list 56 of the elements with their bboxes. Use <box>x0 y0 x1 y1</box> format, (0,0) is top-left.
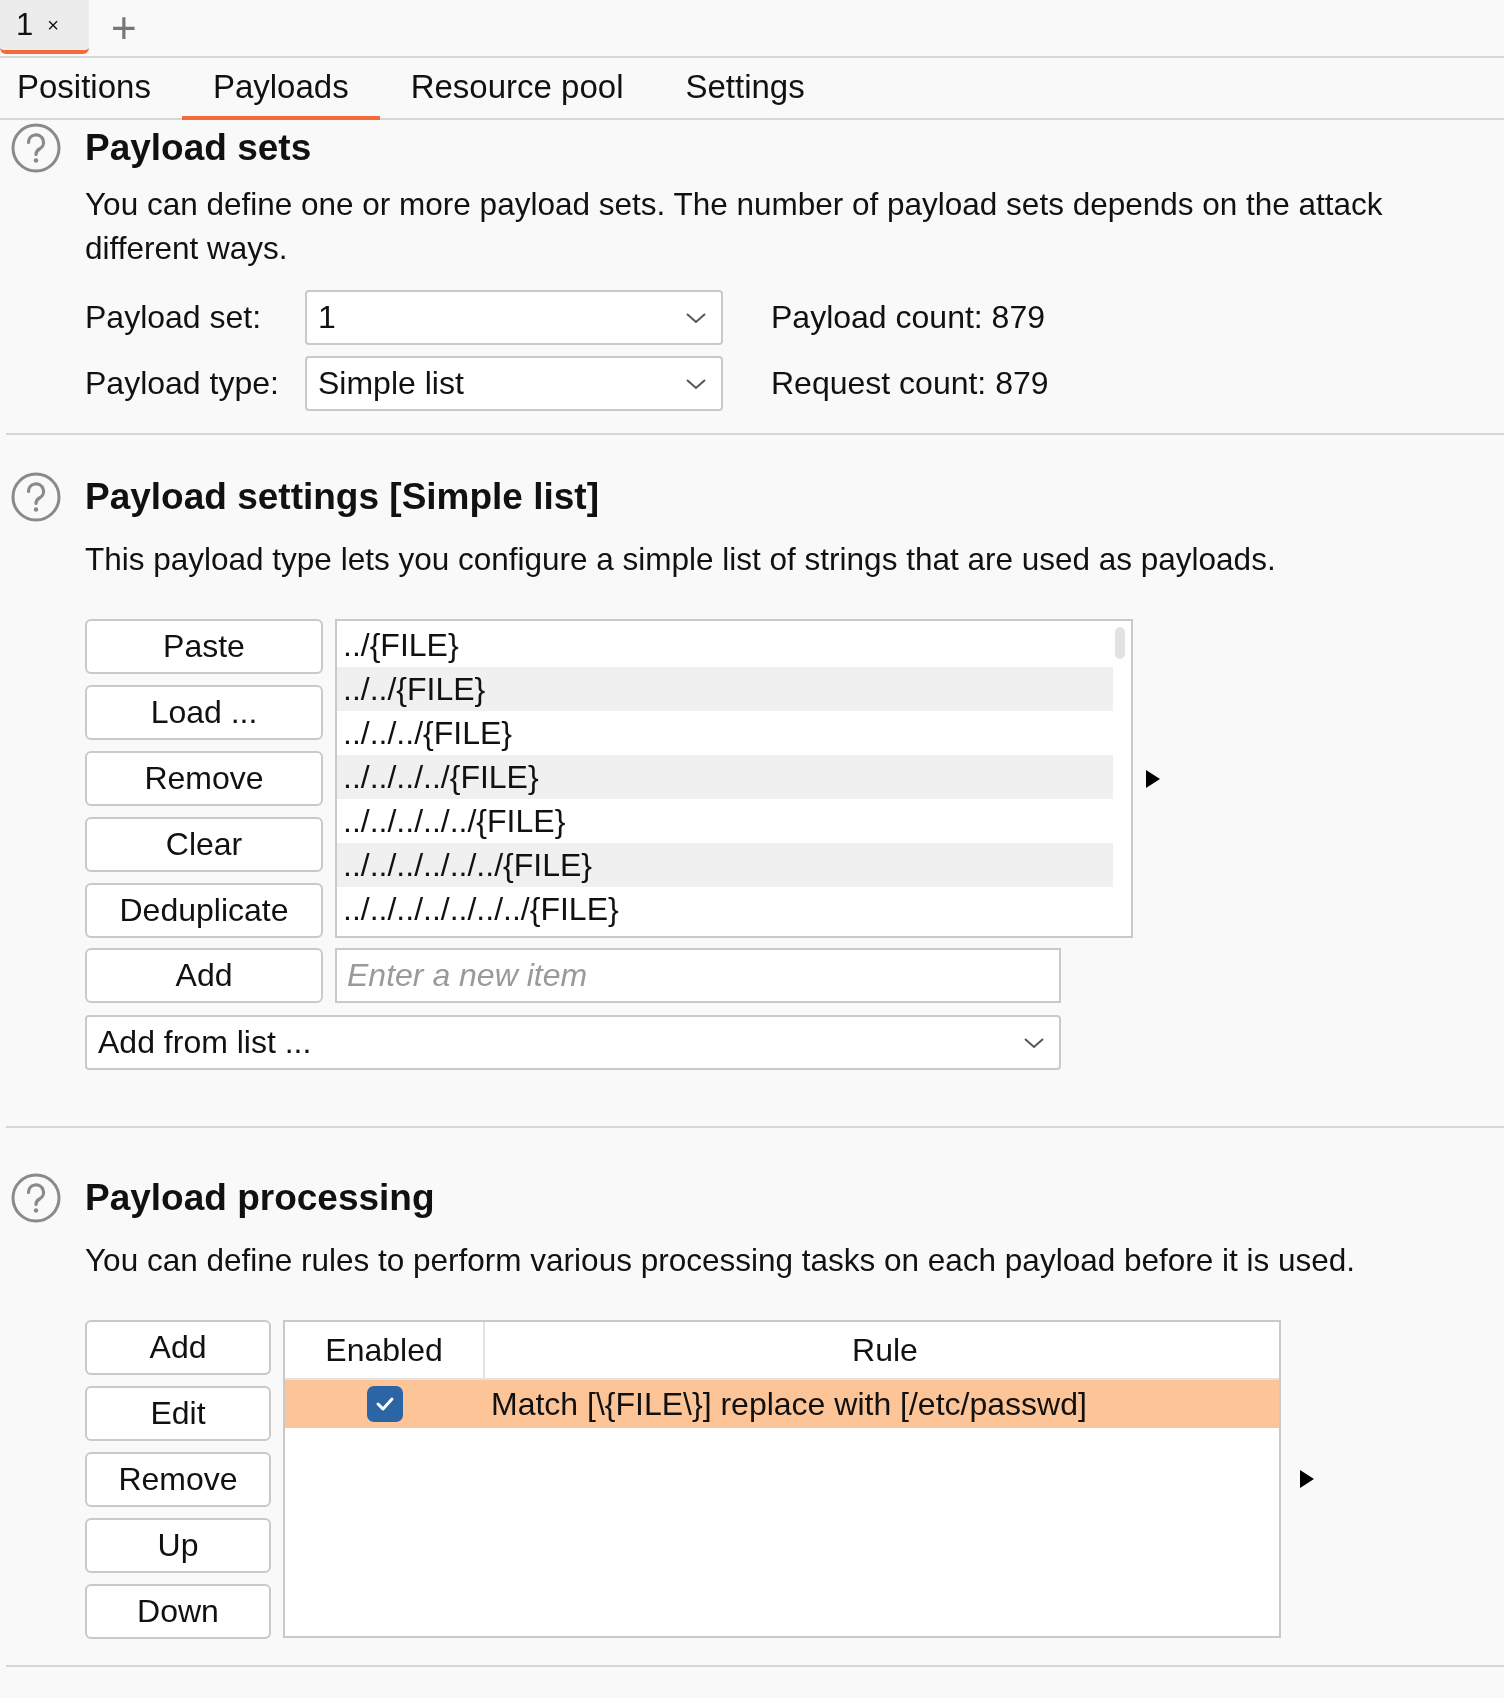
list-action-button[interactable]: Clear <box>85 817 323 872</box>
column-header[interactable]: Enabled <box>285 1322 485 1378</box>
payload-list-item[interactable]: ../../../../../{FILE} <box>337 799 1113 843</box>
rule-action-button[interactable]: Edit <box>85 1386 271 1441</box>
rule-action-button[interactable]: Add <box>85 1320 271 1375</box>
section-description: This payload type lets you configure a simple list of strings that are used as payloads. <box>85 540 1277 579</box>
section-description: You can define one or more payload sets. The number of payload sets depends on the attack <box>85 185 1384 224</box>
section-heading: Payload settings [Simple list] <box>85 476 599 518</box>
payload-count: Payload count: 879 <box>771 299 1046 336</box>
rule-action-button[interactable]: Remove <box>85 1452 271 1507</box>
payload-list[interactable]: ../{FILE} ../../{FILE} ../../../{FILE} ../../../../{FILE} ../../../../../{FILE} ../../../../../../{FILE} ../../../../../../../{FILE} <box>335 619 1133 938</box>
new-item-field[interactable]: Enter a new item <box>335 948 1061 1003</box>
new-tab-button[interactable]: + <box>110 0 137 56</box>
list-action-button[interactable]: Deduplicate <box>85 883 323 938</box>
add-button[interactable]: Add <box>85 948 323 1003</box>
tab[interactable]: Settings <box>654 58 836 120</box>
tab[interactable]: Positions <box>0 58 182 120</box>
request-count: Request count: 879 <box>771 365 1050 402</box>
field-label: Payload type: <box>85 365 280 402</box>
rule-row[interactable]: Match [\{FILE\}] replace with [/etc/passwd] <box>285 1380 1279 1428</box>
payload-list-item[interactable]: ../../../../../../{FILE} <box>337 843 1113 887</box>
list-action-button[interactable]: Paste <box>85 619 323 674</box>
payload-list-item[interactable]: ../../{FILE} <box>337 667 1113 711</box>
rule-action-button[interactable]: Up <box>85 1518 271 1573</box>
tab[interactable]: Payloads <box>181 58 380 120</box>
expand-arrow-icon[interactable] <box>1145 768 1161 789</box>
payload-list-item[interactable]: ../{FILE} <box>337 623 1113 667</box>
payload-list-item[interactable]: ../../../../../../../{FILE} <box>337 887 1113 931</box>
chevron-down-icon <box>1023 1035 1045 1050</box>
scrollbar-thumb[interactable] <box>1115 627 1125 659</box>
help-icon[interactable] <box>10 122 62 174</box>
help-icon[interactable] <box>10 1172 62 1224</box>
payload-type-dropdown[interactable]: Simple list <box>305 356 723 411</box>
section-heading: Payload processing <box>85 1177 435 1219</box>
section-description: You can define rules to perform various processing tasks on each payload before it is used. <box>85 1241 1357 1280</box>
close-tab-button[interactable]: × <box>47 13 59 37</box>
expand-arrow-icon[interactable] <box>1299 1469 1315 1489</box>
list-action-button[interactable]: Remove <box>85 751 323 806</box>
help-icon[interactable] <box>10 471 62 523</box>
checkmark-icon <box>375 1396 395 1412</box>
payload-list-item[interactable]: ../../../../{FILE} <box>337 755 1113 799</box>
section-heading: Payload sets <box>85 127 312 169</box>
chevron-down-icon <box>685 310 707 325</box>
list-action-button[interactable]: Load ... <box>85 685 323 740</box>
document-tab[interactable]: 1 × <box>0 0 89 54</box>
tab[interactable]: Resource pool <box>379 58 655 120</box>
enabled-checkbox[interactable] <box>367 1386 403 1422</box>
section-description: different ways. <box>85 229 289 268</box>
field-label: Payload set: <box>85 299 263 336</box>
rule-action-button[interactable]: Down <box>85 1584 271 1639</box>
payload-list-item[interactable]: ../../../{FILE} <box>337 711 1113 755</box>
column-header[interactable]: Rule <box>485 1322 1279 1378</box>
rule-cell-text: Match [\{FILE\}] replace with [/etc/passwd] <box>490 1385 1088 1424</box>
payload-set-dropdown[interactable]: 1 <box>305 290 723 345</box>
chevron-down-icon <box>685 376 707 391</box>
add-from-list-dropdown[interactable]: Add from list ... <box>85 1015 1061 1070</box>
